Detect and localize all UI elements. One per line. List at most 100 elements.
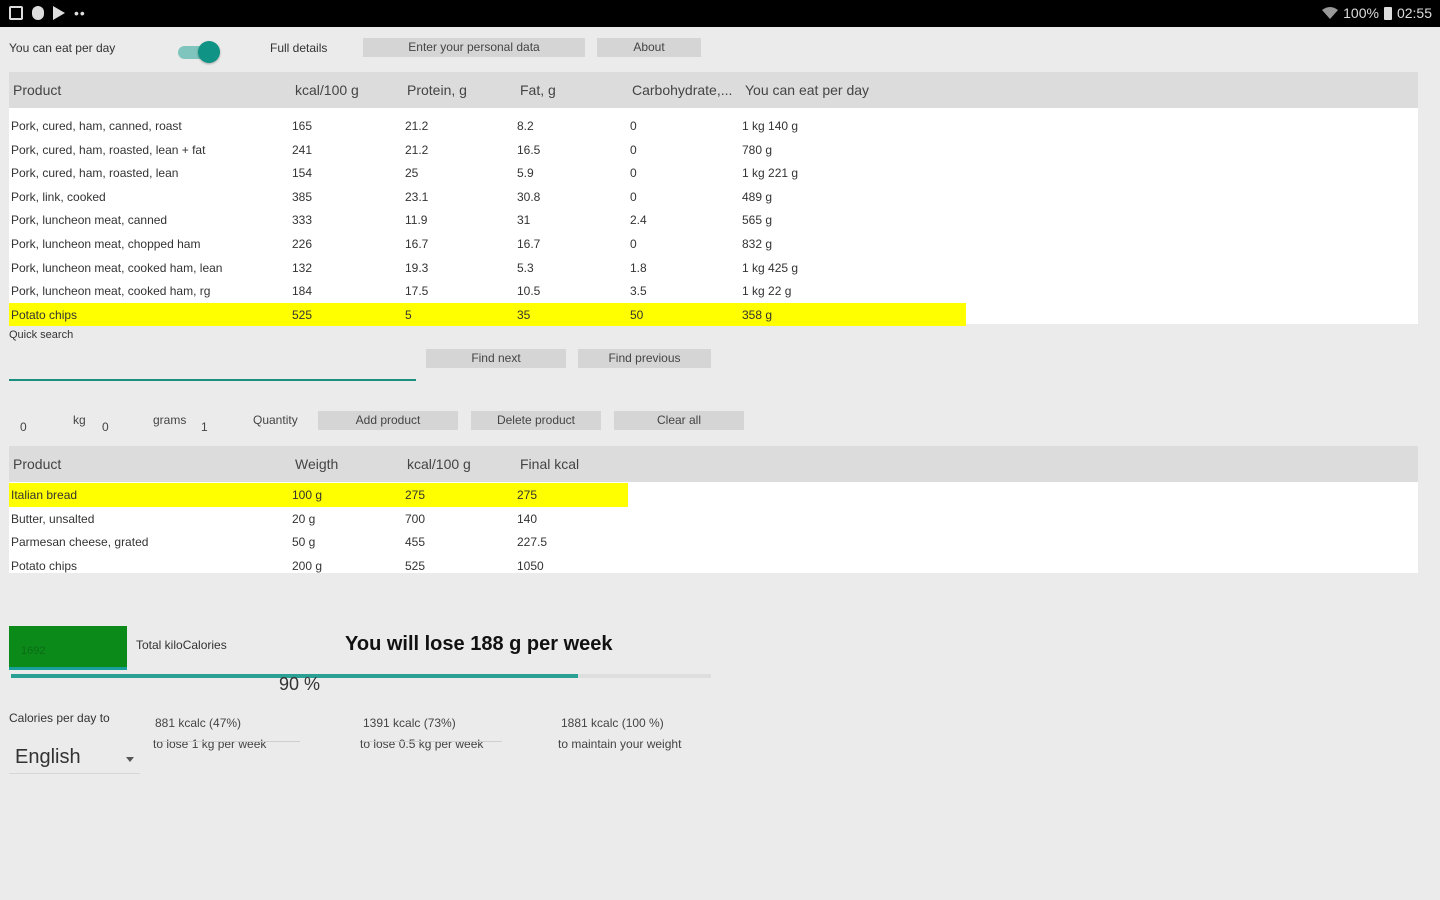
product-cell: Pork, luncheon meat, chopped ham	[11, 237, 201, 251]
image-icon	[9, 6, 23, 20]
col-protein[interactable]: Protein, g	[407, 82, 467, 98]
product-row[interactable]: Pork, luncheon meat, canned 333 11.9 31 2.4 5…	[9, 208, 966, 232]
product-cell: 8.2	[517, 119, 534, 133]
meal-cell: 1050	[517, 558, 544, 573]
calories-per-day-label: Calories per day to	[9, 711, 110, 725]
meal-cell: 455	[405, 535, 426, 550]
clear-all-button[interactable]: Clear all	[614, 411, 744, 430]
meal-table-header: Product Weigth kcal/100 g Final kcal	[9, 446, 1418, 482]
product-cell: 0	[630, 166, 637, 181]
product-cell: 132	[292, 260, 313, 275]
meal-cell: Parmesan cheese, grated	[11, 535, 149, 550]
option-lose-half-kg-desc: to lose 0.5 kg per week	[360, 737, 484, 751]
delete-product-button[interactable]: Delete product	[471, 411, 601, 430]
product-cell: 19.3	[405, 260, 429, 275]
col-meal-kcal[interactable]: kcal/100 g	[407, 456, 471, 472]
option-underline	[362, 741, 502, 742]
calorie-progress-bar	[11, 674, 711, 678]
product-cell: 16.7	[517, 237, 541, 251]
product-row[interactable]: Pork, luncheon meat, chopped ham 226 16.7 1…	[9, 232, 966, 256]
meal-cell: 100 g	[292, 488, 323, 502]
meal-cell: Italian bread	[11, 488, 78, 502]
col-weight[interactable]: Weigth	[295, 456, 338, 472]
toggle-thumb	[198, 41, 220, 63]
product-cell: 525	[292, 307, 313, 322]
total-kcal-label: Total kiloCalories	[136, 638, 227, 652]
option-lose-1kg: 881 kcalc (47%) to lose 1 kg per week	[153, 713, 267, 755]
meal-cell: 227.5	[517, 535, 548, 550]
col-meal-product[interactable]: Product	[13, 456, 61, 472]
product-cell: 10.5	[517, 284, 541, 299]
product-cell: 21.2	[405, 142, 429, 157]
meal-cell: 200 g	[292, 558, 323, 573]
col-can-eat[interactable]: You can eat per day	[745, 82, 869, 98]
shield-icon	[32, 6, 44, 20]
product-cell: 165	[292, 119, 313, 133]
total-kcal-value: 1692	[21, 645, 46, 657]
product-row[interactable]: Pork, link, cooked 385 23.1 30.8 0 489 g	[9, 185, 966, 209]
meal-row[interactable]: Butter, unsalted 20 g 700 140	[9, 507, 628, 531]
meal-cell: Potato chips	[11, 558, 78, 573]
col-carbohydrate[interactable]: Carbohydrate,...	[632, 82, 732, 98]
about-button[interactable]: About	[597, 38, 701, 57]
col-final-kcal[interactable]: Final kcal	[520, 456, 579, 472]
meal-cell: 275	[517, 488, 538, 502]
count-value[interactable]: 1	[201, 420, 208, 434]
full-details-label: Full details	[270, 41, 328, 55]
meal-row[interactable]: Potato chips 200 g 525 1050	[9, 554, 628, 578]
find-previous-button[interactable]: Find previous	[578, 349, 711, 368]
product-cell: 2.4	[630, 213, 647, 228]
product-row[interactable]: Pork, cured, ham, canned, roast 165 21.2 8.…	[9, 114, 966, 138]
meal-row[interactable]: Italian bread 100 g 275 275	[9, 483, 628, 507]
find-next-button[interactable]: Find next	[426, 349, 566, 368]
language-selected: English	[15, 746, 81, 768]
product-cell: 832 g	[742, 237, 773, 251]
product-cell: 489 g	[742, 189, 773, 204]
full-details-toggle[interactable]	[176, 39, 222, 65]
product-cell: 3.5	[630, 284, 647, 299]
product-cell: 35	[517, 307, 531, 322]
product-cell: 5	[405, 307, 412, 322]
option-lose-1kg-desc: to lose 1 kg per week	[153, 737, 267, 751]
option-lose-half-kg: 1391 kcalc (73%) to lose 0.5 kg per week	[360, 713, 484, 755]
grams-value[interactable]: 0	[102, 420, 109, 434]
quick-search-input[interactable]	[9, 379, 416, 381]
product-row[interactable]: Pork, cured, ham, roasted, lean + fat 241…	[9, 138, 966, 162]
battery-percent: 100%	[1343, 5, 1379, 21]
product-cell: Potato chips	[11, 307, 78, 322]
product-row[interactable]: Pork, cured, ham, roasted, lean 154 25 5.9 0…	[9, 161, 966, 185]
product-row[interactable]: Pork, luncheon meat, cooked ham, lean 132…	[9, 256, 966, 280]
add-product-button[interactable]: Add product	[318, 411, 458, 430]
kg-value[interactable]: 0	[20, 420, 27, 434]
meal-cell: 525	[405, 558, 426, 573]
product-row[interactable]: Pork, luncheon meat, cooked ham, rg 184 17…	[9, 279, 966, 303]
product-cell: 1 kg 425 g	[742, 260, 799, 275]
dropdown-underline	[9, 773, 140, 774]
col-product[interactable]: Product	[13, 82, 61, 98]
clock: 02:55	[1396, 5, 1432, 21]
product-cell: 0	[630, 119, 637, 133]
product-cell: 1 kg 221 g	[742, 166, 799, 181]
meal-cell: 20 g	[292, 511, 316, 526]
product-cell: 184	[292, 284, 313, 299]
option-maintain-value: 1881 kcalc (100 %)	[561, 716, 664, 730]
product-cell: 50	[630, 307, 644, 322]
col-fat[interactable]: Fat, g	[520, 82, 556, 98]
language-dropdown[interactable]: English	[9, 743, 140, 774]
quantity-label: Quantity	[253, 413, 298, 427]
product-row[interactable]: Potato chips 525 5 35 50 358 g	[9, 302, 966, 327]
option-underline	[155, 741, 300, 742]
product-cell: 16.7	[405, 237, 429, 251]
wifi-icon	[1322, 7, 1339, 19]
battery-icon	[1383, 6, 1392, 20]
option-lose-1kg-value: 881 kcalc (47%)	[155, 716, 242, 730]
meal-cell: Butter, unsalted	[11, 511, 95, 526]
option-maintain: 1881 kcalc (100 %) to maintain your weig…	[558, 713, 681, 755]
product-cell: Pork, link, cooked	[11, 189, 106, 204]
more-dots-icon: ••	[74, 5, 86, 21]
meal-row[interactable]: Parmesan cheese, grated 50 g 455 227.5	[9, 530, 628, 554]
enter-personal-data-button[interactable]: Enter your personal data	[363, 38, 585, 57]
product-cell: 1 kg 140 g	[742, 119, 799, 133]
col-kcal[interactable]: kcal/100 g	[295, 82, 359, 98]
product-cell: 385	[292, 189, 313, 204]
